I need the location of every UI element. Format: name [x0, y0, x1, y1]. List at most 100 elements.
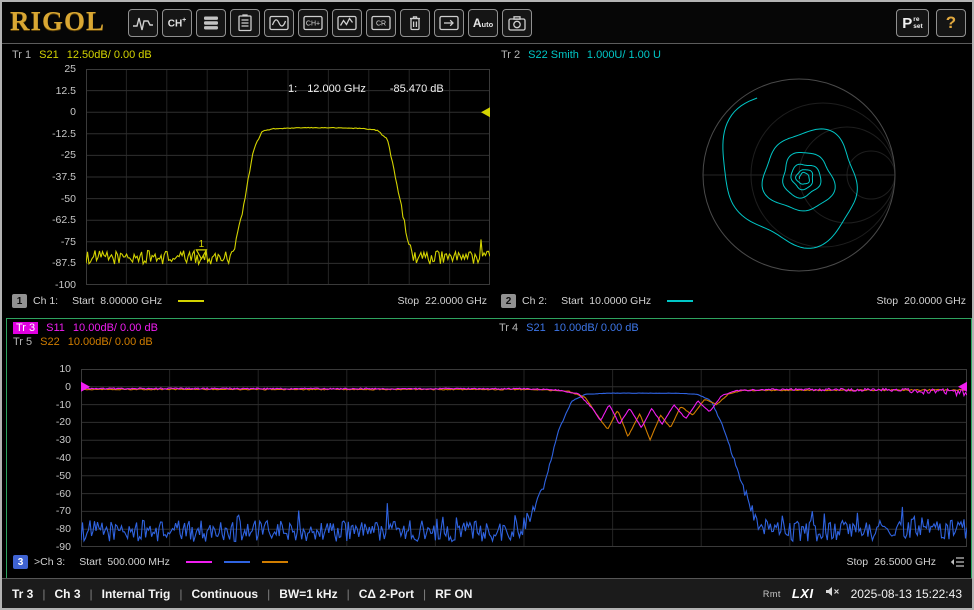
toolbar-right: P reset ? — [896, 9, 966, 37]
ch2-stop-label: Stop — [877, 295, 899, 307]
trace-5-header[interactable]: Tr 5 S22 10.00dB/ 0.00 dB — [13, 336, 153, 348]
status-item[interactable]: Internal Trig — [102, 587, 171, 601]
trace-4-line-sample — [224, 561, 250, 563]
ch2-start-value[interactable]: 10.0000 GHz — [589, 295, 651, 307]
status-item[interactable]: CΔ 2-Port — [359, 587, 414, 601]
y-axis-tick: -37.5 — [14, 171, 76, 183]
lxi-indicator[interactable]: LXI — [792, 586, 814, 601]
add-channel-button[interactable]: CH+ — [162, 9, 192, 37]
ch1-rect-svg: 1 — [86, 69, 490, 285]
window-ch-plus-icon: CH+ — [302, 14, 324, 32]
trace-2-param: S22 Smith — [528, 49, 579, 61]
add-channel-window-button[interactable]: CH+ — [298, 9, 328, 37]
recall-button[interactable] — [434, 9, 464, 37]
trace-2-header[interactable]: Tr 2 S22 Smith 1.000U/ 1.00 U — [501, 49, 661, 61]
clipboard-icon — [234, 14, 256, 32]
y-axis-tick: -70 — [9, 505, 71, 517]
trace-2-line-sample — [667, 300, 693, 302]
auto-scale-button[interactable]: Auto — [468, 9, 498, 37]
status-separator: | — [423, 587, 426, 601]
preset-icon: P reset — [902, 15, 922, 32]
layout-button[interactable] — [196, 9, 226, 37]
status-item[interactable]: Continuous — [191, 587, 258, 601]
ch2-smith-svg — [699, 75, 899, 275]
ch3-stop-label: Stop — [847, 556, 869, 568]
y-axis-tick: -40 — [9, 452, 71, 464]
trace-5-param: S22 — [40, 336, 60, 348]
toolbar: RIGOL CH+ CH+ CR — [2, 2, 972, 44]
smith-chart-area — [699, 75, 899, 275]
y-axis-tick: 0 — [14, 106, 76, 118]
trace-setup-button[interactable] — [332, 9, 362, 37]
y-axis-tick: -100 — [14, 279, 76, 291]
window-cr-icon: CR — [370, 14, 392, 32]
ch3-start-label: Start — [79, 556, 101, 568]
status-separator: | — [347, 587, 350, 601]
status-item[interactable]: BW=1 kHz — [279, 587, 337, 601]
marker-value: -85.470 dB — [390, 83, 444, 95]
trace-2-label: Tr 2 — [501, 49, 520, 61]
y-axis-tick: -50 — [9, 470, 71, 482]
y-axis-tick: -60 — [9, 488, 71, 500]
status-separator: | — [267, 587, 270, 601]
window-cr-label: CR — [376, 21, 386, 28]
trace-2-scale: 1.000U/ 1.00 U — [587, 49, 661, 61]
channel-2-badge[interactable]: 2 — [501, 294, 516, 308]
ch2-start-label: Start — [561, 295, 583, 307]
trace-3-scale: 10.00dB/ 0.00 dB — [73, 322, 158, 334]
screenshot-button[interactable] — [502, 9, 532, 37]
status-separator: | — [90, 587, 93, 601]
status-item[interactable]: RF ON — [435, 587, 472, 601]
cal-button[interactable]: CR — [366, 9, 396, 37]
ch1-stop-value[interactable]: 22.0000 GHz — [425, 295, 487, 307]
ch3-footer: 3 >Ch 3: Start 500.000 MHz Stop 26.5000 … — [13, 555, 965, 569]
ch3-label: >Ch 3: — [34, 556, 65, 568]
trace-3-label[interactable]: Tr 3 — [13, 322, 38, 334]
ch2-stop-value[interactable]: 20.0000 GHz — [904, 295, 966, 307]
ch2-footer: 2 Ch 2: Start 10.0000 GHz Stop 20.0000 G… — [501, 294, 966, 308]
ch3-plot-area — [81, 369, 967, 547]
status-item[interactable]: Ch 3 — [54, 587, 80, 601]
trace-3-line-sample — [186, 561, 212, 563]
ch1-start-value[interactable]: 8.00000 GHz — [100, 295, 162, 307]
delete-button[interactable] — [400, 9, 430, 37]
remote-indicator: Rmt — [763, 589, 781, 599]
ch-plus-icon: CH+ — [168, 17, 187, 29]
y-axis-tick: -87.5 — [14, 257, 76, 269]
trace-5-label: Tr 5 — [13, 336, 32, 348]
y-axis-tick: -25 — [14, 149, 76, 161]
trash-icon — [404, 14, 426, 32]
help-button[interactable]: ? — [936, 9, 966, 37]
marker-id: 1: — [288, 83, 297, 95]
trace-4-header[interactable]: Tr 4 S21 10.00dB/ 0.00 dB — [499, 322, 639, 334]
collapse-menu-icon[interactable] — [950, 556, 965, 568]
window-waveform-icon — [268, 14, 290, 32]
ch3-y-axis: 100-10-20-30-40-50-60-70-80-90 — [7, 369, 77, 547]
trace-3-header[interactable]: Tr 3 S11 10.00dB/ 0.00 dB — [13, 322, 158, 334]
preset-button[interactable]: P reset — [896, 9, 929, 37]
reference-level-marker — [81, 382, 90, 392]
trace-4-param: S21 — [526, 322, 546, 334]
ch3-stop-value[interactable]: 26.5000 GHz — [874, 556, 936, 568]
status-item[interactable]: Tr 3 — [12, 587, 33, 601]
add-trace-button[interactable] — [264, 9, 294, 37]
measure-setup-button[interactable] — [230, 9, 260, 37]
meas-button[interactable] — [128, 9, 158, 37]
status-separator: | — [179, 587, 182, 601]
trace-1-param: S21 — [39, 49, 59, 61]
window-ch-label: CH+ — [306, 21, 320, 28]
trace-5-scale: 10.00dB/ 0.00 dB — [68, 336, 153, 348]
y-axis-tick: -50 — [14, 193, 76, 205]
y-axis-tick: -30 — [9, 434, 71, 446]
channel-2-panel: Tr 2 S22 Smith 1.000U/ 1.00 U 2 Ch 2: St… — [495, 47, 972, 315]
y-axis-tick: -10 — [9, 399, 71, 411]
y-axis-tick: 12.5 — [14, 85, 76, 97]
y-axis-tick: 25 — [14, 63, 76, 75]
y-axis-tick: -20 — [9, 416, 71, 428]
trace-3-param: S11 — [46, 322, 65, 334]
ch3-start-value[interactable]: 500.000 MHz — [107, 556, 169, 568]
trace-1-header[interactable]: Tr 1 S21 12.50dB/ 0.00 dB — [12, 49, 152, 61]
channel-1-badge[interactable]: 1 — [12, 294, 27, 308]
speaker-muted-icon[interactable] — [825, 585, 840, 603]
channel-3-badge[interactable]: 3 — [13, 555, 28, 569]
